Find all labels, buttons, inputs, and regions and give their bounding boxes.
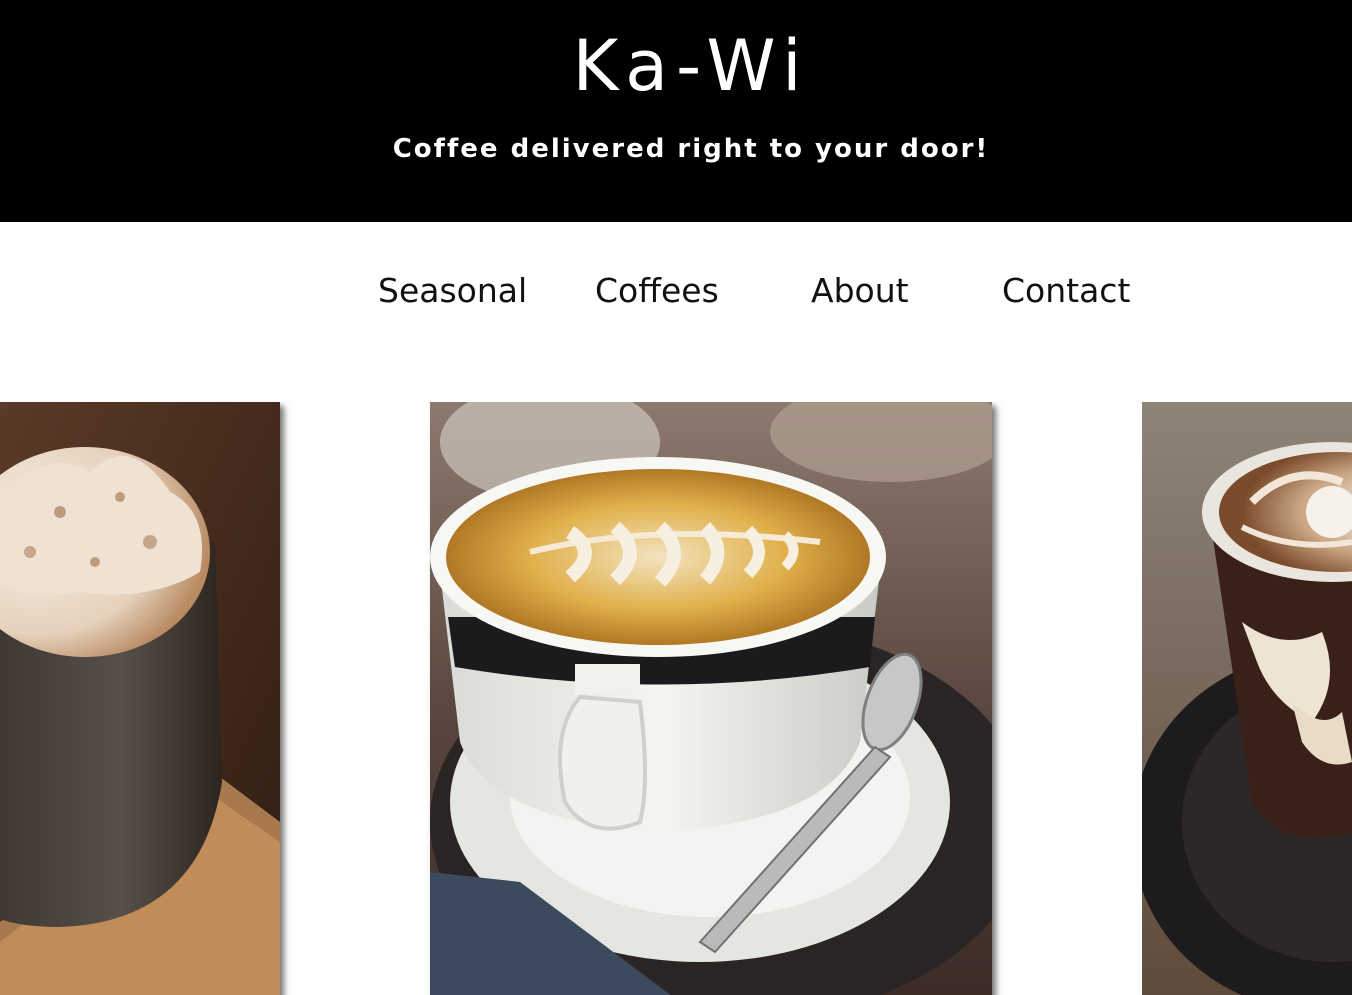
nav-item-contact[interactable]: Contact: [1002, 270, 1130, 312]
gallery-image-latte-art-cup[interactable]: [430, 402, 992, 995]
gallery-image-mocha-glass[interactable]: [1142, 402, 1352, 995]
gallery-image-whipped-cream-mug[interactable]: [0, 402, 280, 995]
nav-item-about[interactable]: About: [811, 270, 909, 312]
nav-item-seasonal[interactable]: Seasonal: [378, 270, 527, 312]
main-nav: Seasonal Coffees About Contact: [0, 222, 1352, 362]
site-header: Ka-Wi Coffee delivered right to your doo…: [0, 0, 1352, 222]
site-title[interactable]: Ka-Wi: [0, 24, 1352, 108]
coffee-gallery: [0, 402, 1352, 995]
nav-item-coffees[interactable]: Coffees: [595, 270, 719, 312]
site-tagline: Coffee delivered right to your door!: [392, 134, 990, 164]
